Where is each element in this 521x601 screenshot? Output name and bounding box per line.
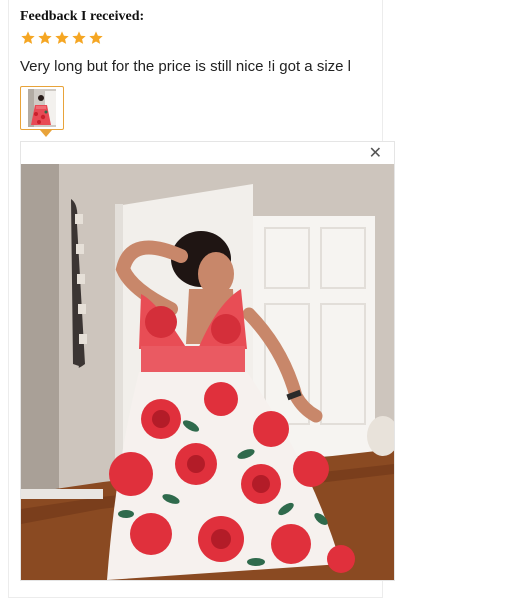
review-photo-thumbnail[interactable] [20, 86, 64, 130]
star-icon [21, 31, 35, 44]
dress-photo [21, 164, 394, 580]
photo-viewer: ✕ [20, 141, 395, 581]
review-text: Very long but for the price is still nic… [20, 58, 351, 75]
star-rating [20, 30, 104, 46]
star-icon [55, 31, 69, 44]
review-heading: Feedback I received: [20, 9, 145, 24]
review-photo [21, 164, 394, 580]
star-icon [38, 31, 52, 44]
review-card: Feedback I received: Very long but for t… [8, 0, 395, 598]
star-icon [89, 31, 103, 44]
thumbnail-selected-caret [40, 130, 52, 137]
thumbnail-image [28, 89, 56, 127]
close-icon[interactable]: ✕ [369, 146, 382, 162]
star-icon [72, 31, 86, 44]
